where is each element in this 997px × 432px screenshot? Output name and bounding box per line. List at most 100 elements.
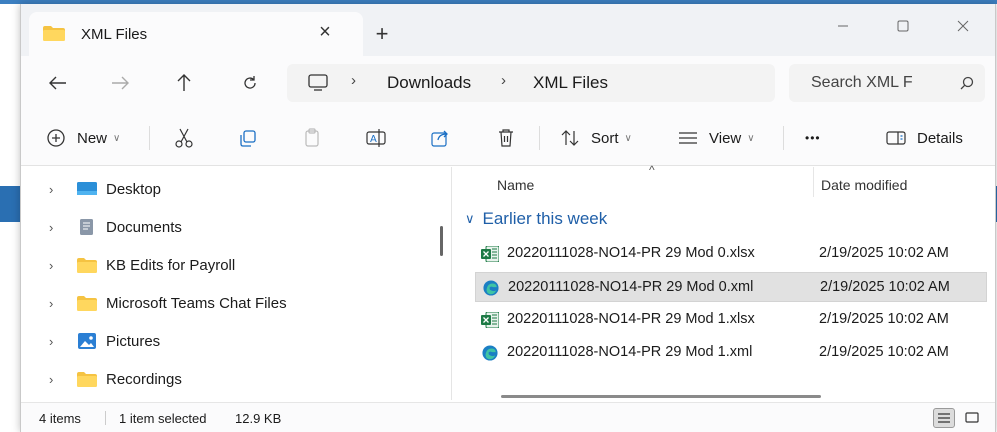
horizontal-scrollbar[interactable] [501,395,821,398]
paste-button[interactable] [301,124,323,152]
up-button[interactable] [167,66,201,100]
search-input[interactable]: Search XML F [811,74,951,92]
sidebar-item-microsoft-teams-chat-files[interactable]: › Microsoft Teams Chat Files [21,285,441,321]
column-divider[interactable] [813,167,814,197]
chevron-right-icon[interactable]: › [49,334,53,349]
share-button[interactable] [429,124,451,152]
pane-splitter-handle[interactable] [440,226,443,256]
file-date: 2/19/2025 10:02 AM [820,279,950,295]
group-header-label: Earlier this week [482,209,608,228]
maximize-button[interactable] [881,12,925,40]
view-button[interactable]: View ∨ [677,124,755,152]
copy-button[interactable] [237,124,259,152]
share-icon [431,130,448,147]
close-window-button[interactable] [941,12,985,40]
tiles-view-icon [965,412,979,423]
address-bar[interactable]: › Downloads › XML Files [287,64,775,102]
delete-button[interactable] [495,124,517,152]
svg-text:A: A [370,134,377,145]
column-header-date-modified[interactable]: Date modified [821,177,907,193]
minimize-icon [838,25,848,27]
sidebar-item-kb-edits-for-payroll[interactable]: › KB Edits for Payroll [21,247,441,283]
sidebar-item-label: Pictures [106,333,161,350]
sort-button[interactable]: Sort ∨ [559,124,632,152]
sidebar-item-recordings[interactable]: › Recordings [21,361,441,397]
clipboard-icon [305,128,319,147]
breadcrumb-downloads[interactable]: Downloads [387,73,471,93]
tab-xml-files[interactable]: XML Files × [29,12,363,56]
sidebar-item-label: Desktop [106,181,162,198]
search-box[interactable]: Search XML F [789,64,985,102]
sort-label: Sort [591,129,619,147]
new-button[interactable]: New ∨ [45,124,120,152]
arrow-left-icon [49,76,66,90]
details-pane-button[interactable]: Details [885,124,963,152]
file-row[interactable]: 20220111028-NO14-PR 29 Mod 0.xlsx 2/19/2… [475,239,987,269]
view-label: View [709,129,742,147]
file-name: 20220111028-NO14-PR 29 Mod 1.xlsx [507,311,755,327]
new-tab-button[interactable]: + [370,22,394,46]
toolbar-divider [149,126,150,150]
details-view-icon [938,413,950,423]
chevron-down-icon: ∨ [465,211,475,226]
forward-button[interactable] [103,66,137,100]
refresh-icon [244,76,256,89]
sidebar-item-pictures[interactable]: › Pictures [21,323,441,359]
computer-icon [308,74,328,91]
group-header[interactable]: ∨ Earlier this week [465,209,607,229]
column-header-name[interactable]: Name [497,177,534,193]
more-options-button[interactable]: ••• [805,124,821,152]
cut-button[interactable] [173,124,195,152]
selection-size: 12.9 KB [235,411,282,426]
back-button[interactable] [41,66,75,100]
chevron-right-icon[interactable]: › [49,372,53,387]
desktop-icon [77,182,97,195]
file-date: 2/19/2025 10:02 AM [819,311,949,327]
minimize-button[interactable] [821,12,865,40]
breadcrumb-chevron-icon: › [351,72,356,89]
chevron-right-icon[interactable]: › [49,220,53,235]
file-row[interactable]: 20220111028-NO14-PR 29 Mod 1.xml 2/19/20… [475,338,987,368]
title-bar: XML Files × + [21,4,995,56]
view-list-icon [679,132,697,144]
chevron-right-icon[interactable]: › [49,296,53,311]
arrow-up-icon [177,74,191,91]
item-count: 4 items [39,411,81,426]
navigation-pane: › Desktop › Documents › KB Edits for Pay… [21,167,445,400]
sidebar-item-label: Recordings [106,371,182,388]
file-explorer-window: XML Files × + › Downloads › XML Files Se… [20,4,996,432]
maximize-icon [897,20,909,32]
chevron-right-icon[interactable]: › [49,258,53,273]
new-label: New [77,129,108,147]
file-row-selected[interactable]: 20220111028-NO14-PR 29 Mod 0.xml 2/19/20… [475,272,987,302]
sidebar-item-label: Microsoft Teams Chat Files [106,295,287,312]
refresh-button[interactable] [233,66,267,100]
rename-button[interactable]: A [365,124,387,152]
toolbar-divider [539,126,540,150]
sidebar-item-documents[interactable]: › Documents [21,209,441,245]
tab-close-button[interactable]: × [315,20,335,44]
edge-file-icon [483,280,499,296]
sidebar-item-desktop[interactable]: › Desktop [21,171,441,207]
file-name: 20220111028-NO14-PR 29 Mod 0.xml [508,279,754,295]
breadcrumb-chevron-icon: › [501,72,506,89]
chevron-right-icon[interactable]: › [49,182,53,197]
sort-ascending-icon: ^ [649,163,655,177]
documents-icon [80,219,93,235]
file-date: 2/19/2025 10:02 AM [819,245,949,261]
folder-icon [77,296,97,311]
details-view-button[interactable] [933,408,955,428]
edge-file-icon [482,345,498,361]
details-pane-icon [886,131,906,145]
file-row[interactable]: 20220111028-NO14-PR 29 Mod 1.xlsx 2/19/2… [475,305,987,335]
tiles-view-button[interactable] [961,408,983,428]
sidebar-item-label: KB Edits for Payroll [106,257,236,274]
file-name: 20220111028-NO14-PR 29 Mod 1.xml [507,344,753,360]
breadcrumb-xml-files[interactable]: XML Files [533,73,608,93]
status-divider [105,411,106,425]
navigation-bar: › Downloads › XML Files Search XML F [21,56,995,110]
search-icon [960,76,974,90]
selection-count: 1 item selected [119,411,207,426]
sort-icon [561,130,579,146]
arrow-right-icon [112,76,129,90]
